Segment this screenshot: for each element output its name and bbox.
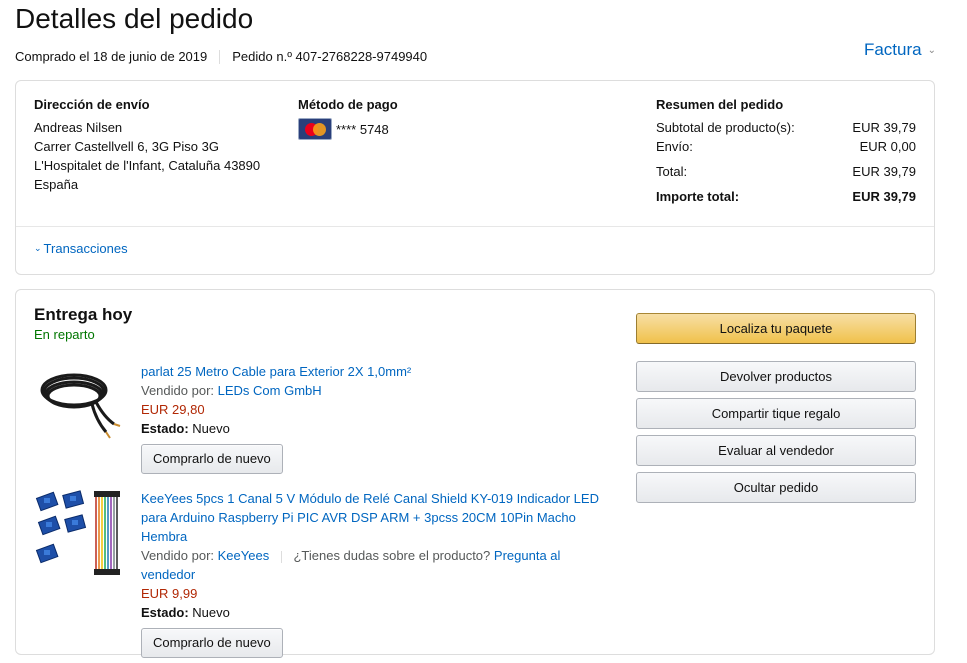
shipping-cost-label: Envío:: [656, 139, 693, 154]
buy-again-button[interactable]: Comprarlo de nuevo: [141, 444, 283, 474]
shipping-address: Dirección de envío Andreas Nilsen Carrer…: [34, 96, 260, 194]
chevron-down-icon: ⌄: [927, 44, 936, 56]
divider: [16, 226, 934, 227]
mastercard-icon: [298, 118, 332, 140]
address-line: L'Hospitalet de l'Infant, Cataluña 43890: [34, 158, 261, 173]
divider: [280, 550, 282, 563]
divider: [219, 50, 221, 64]
share-gift-receipt-button[interactable]: Compartir tique regalo: [636, 398, 916, 429]
hide-order-button[interactable]: Ocultar pedido: [636, 472, 916, 503]
card-number: **** 5748: [336, 121, 389, 137]
condition-label: Estado:: [141, 421, 189, 436]
invoice-dropdown[interactable]: Factura ⌄: [864, 40, 936, 60]
condition-label: Estado:: [141, 605, 189, 620]
page-title: Detalles del pedido: [15, 3, 254, 34]
return-items-button[interactable]: Devolver productos: [636, 361, 916, 392]
summary-heading: Resumen del pedido: [656, 97, 784, 112]
seller-link[interactable]: KeeYees: [218, 548, 270, 563]
delivery-title: Entrega hoy: [34, 305, 133, 324]
sold-by-label: Vendido por:: [141, 548, 215, 563]
purchase-date: Comprado el 18 de junio de 2019: [15, 49, 208, 64]
grand-total-value: EUR 39,79: [852, 189, 916, 204]
grand-total-label: Importe total:: [656, 189, 740, 204]
question-text: ¿Tienes dudas sobre el producto?: [293, 548, 491, 563]
shipping-heading: Dirección de envío: [34, 97, 150, 112]
order-summary: Resumen del pedido Subtotal de producto(…: [656, 96, 916, 206]
subtotal-label: Subtotal de producto(s):: [656, 120, 795, 135]
chevron-down-icon: ⌄: [34, 243, 42, 253]
condition-value: Nuevo: [192, 605, 230, 620]
subtotal-value: EUR 39,79: [852, 120, 916, 135]
cable-product-image[interactable]: [34, 362, 124, 452]
track-package-button[interactable]: Localiza tu paquete: [636, 313, 916, 344]
order-meta: Comprado el 18 de junio de 2019 Pedido n…: [15, 48, 427, 66]
total-label: Total:: [656, 164, 688, 179]
address-line: Andreas Nilsen: [34, 120, 123, 135]
sold-by-label: Vendido por:: [141, 383, 215, 398]
relay-product-image[interactable]: [34, 489, 124, 579]
order-info-box: Dirección de envío Andreas Nilsen Carrer…: [15, 80, 935, 275]
buy-again-button[interactable]: Comprarlo de nuevo: [141, 628, 283, 658]
order-item: KeeYees 5pcs 1 Canal 5 V Módulo de Relé …: [34, 489, 606, 658]
transactions-toggle[interactable]: ⌄ Transacciones: [34, 241, 128, 256]
condition-value: Nuevo: [192, 421, 230, 436]
rate-seller-button[interactable]: Evaluar al vendedor: [636, 435, 916, 466]
product-title-link[interactable]: parlat 25 Metro Cable para Exterior 2X 1…: [141, 362, 606, 381]
item-price: EUR 29,80: [141, 402, 205, 417]
shipment-box: Entrega hoy En reparto parlat 25 Metro C…: [15, 289, 935, 658]
address-line: España: [34, 177, 79, 192]
total-value: EUR 39,79: [852, 164, 916, 179]
item-price: EUR 9,99: [141, 586, 198, 601]
delivery-status: En reparto: [34, 327, 95, 342]
shipment-actions: Localiza tu paquete Devolver productos C…: [636, 313, 916, 509]
product-title-link[interactable]: KeeYees 5pcs 1 Canal 5 V Módulo de Relé …: [141, 489, 606, 546]
payment-heading: Método de pago: [298, 97, 398, 112]
order-number: Pedido n.º 407-2768228-9749940: [232, 49, 428, 64]
address-line: Carrer Castellvell 6, 3G Piso 3G: [34, 139, 219, 154]
transactions-label: Transacciones: [43, 241, 128, 256]
order-item: parlat 25 Metro Cable para Exterior 2X 1…: [34, 362, 604, 482]
seller-link[interactable]: LEDs Com GmbH: [218, 383, 322, 398]
payment-method: Método de pago **** 5748: [298, 96, 398, 140]
shipping-cost-value: EUR 0,00: [859, 139, 916, 154]
invoice-label: Factura: [863, 40, 922, 59]
